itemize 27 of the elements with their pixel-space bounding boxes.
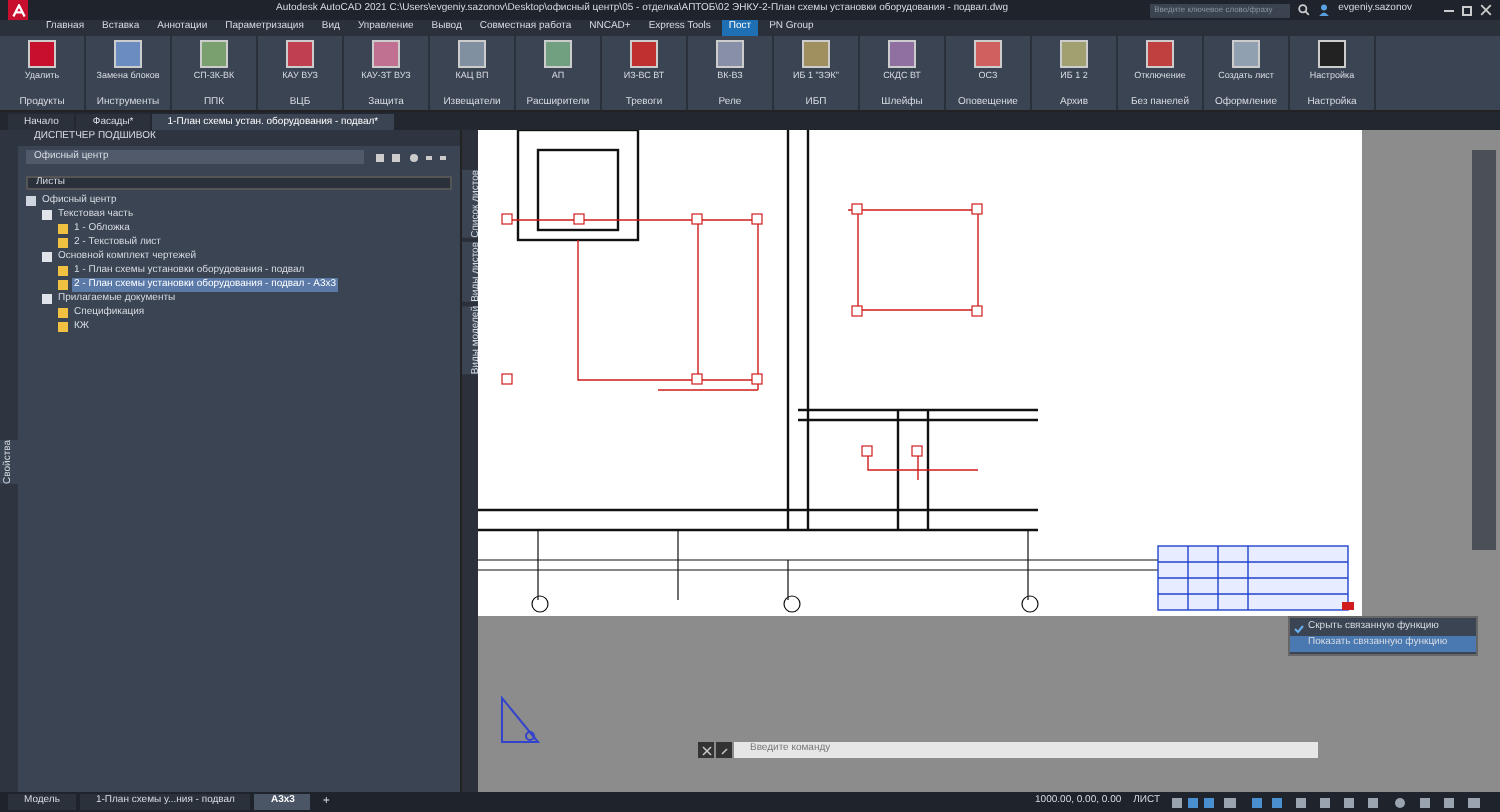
tool-icon: [888, 40, 916, 68]
tool-icon: [1060, 40, 1088, 68]
close-icon[interactable]: [698, 742, 714, 758]
minimize-icon[interactable]: [1444, 9, 1454, 11]
folder-icon: [42, 252, 52, 262]
close-icon[interactable]: [1480, 4, 1492, 16]
wrench-icon[interactable]: [716, 742, 732, 758]
tool-icon: [372, 40, 400, 68]
tool-icon: [974, 40, 1002, 68]
tool-icon: [114, 40, 142, 68]
app-logo-icon[interactable]: [8, 0, 28, 20]
restore-icon[interactable]: [1462, 5, 1472, 15]
tool-icon: [286, 40, 314, 68]
tool-icon: [1146, 40, 1174, 68]
folder-icon: [42, 294, 52, 304]
tool-icon: [28, 40, 56, 68]
tool-icon: [1232, 40, 1260, 68]
toolbar-icons-drawing: [372, 151, 452, 163]
search-icon[interactable]: [1298, 4, 1311, 16]
tool-icon: [200, 40, 228, 68]
ucs-icon: [498, 694, 542, 746]
tool-icon: [802, 40, 830, 68]
tool-icon: [716, 40, 744, 68]
tool-icon: [458, 40, 486, 68]
tool-icon: [630, 40, 658, 68]
tool-icon: [544, 40, 572, 68]
user-icon: [1318, 4, 1331, 16]
